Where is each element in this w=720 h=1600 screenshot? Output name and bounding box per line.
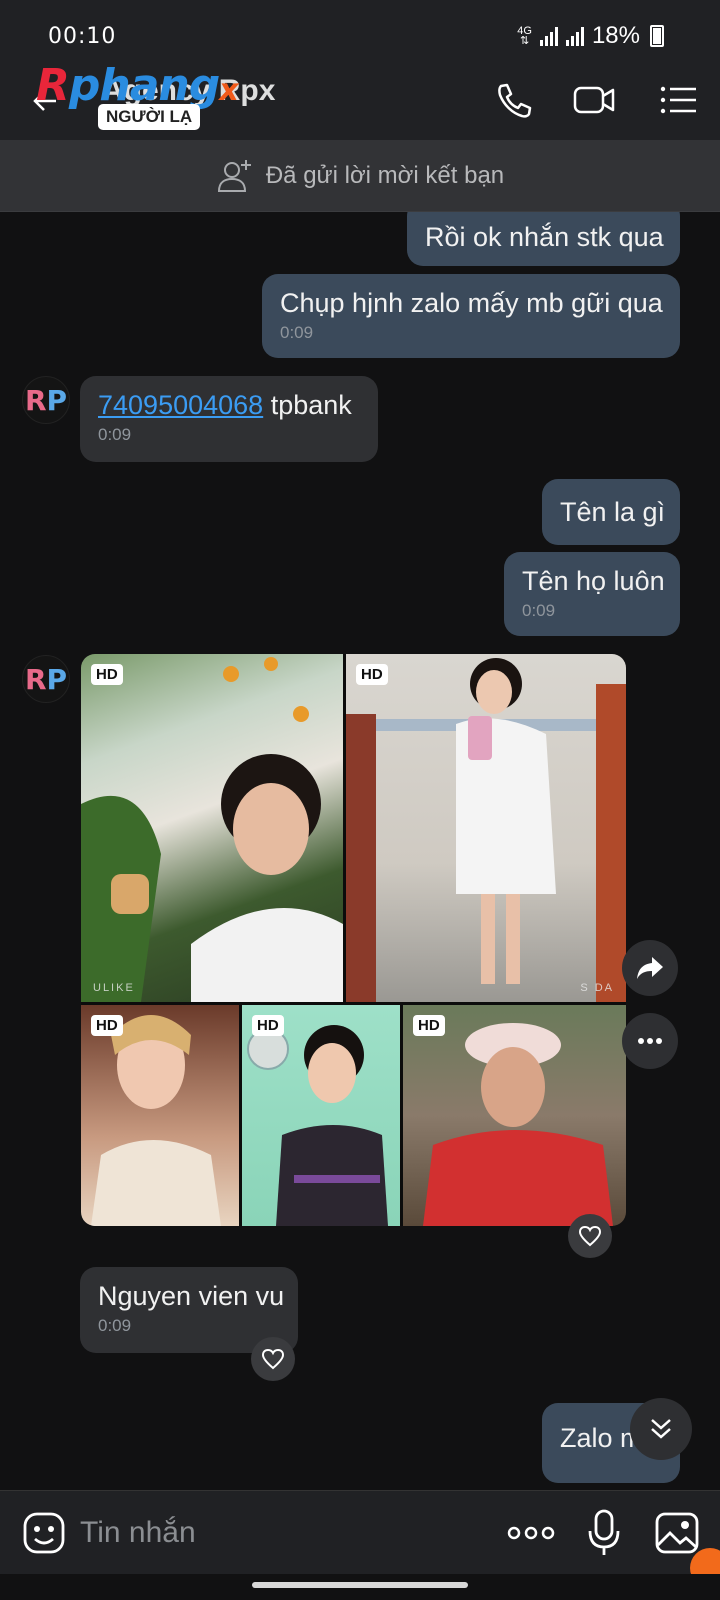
message-bubble-outgoing[interactable]: Tên họ luôn 0:09: [504, 552, 680, 636]
photo-thumbnail[interactable]: HD S DA: [346, 654, 626, 1002]
message-text: 74095004068 tpbank: [98, 376, 360, 422]
hd-badge: HD: [91, 664, 123, 685]
react-heart-button[interactable]: [568, 1214, 612, 1258]
friend-request-bar: Đã gửi lời mời kết bạn: [0, 140, 720, 212]
forward-arrow-icon: [637, 957, 663, 979]
scroll-to-bottom-button[interactable]: [630, 1398, 692, 1460]
hd-badge: HD: [252, 1015, 284, 1036]
react-heart-button[interactable]: [251, 1337, 295, 1381]
gallery-icon[interactable]: [654, 1511, 700, 1555]
message-text: Tên la gì: [560, 497, 666, 527]
photo-image: [346, 658, 626, 1002]
photo-image: [91, 1015, 221, 1226]
message-bubble-outgoing[interactable]: Chụp hjnh zalo mấy mb gữi qua 0:09: [262, 274, 680, 358]
list-menu-icon[interactable]: [656, 80, 700, 120]
double-chevron-down-icon: [651, 1419, 671, 1439]
message-text-tail: tpbank: [263, 390, 352, 420]
photo-image: [81, 657, 343, 1002]
avatar-initial: R: [24, 662, 47, 696]
more-actions-icon[interactable]: [506, 1515, 556, 1551]
contact-avatar[interactable]: RP: [22, 376, 70, 424]
contact-avatar[interactable]: RP: [22, 655, 70, 703]
account-number-link[interactable]: 74095004068: [98, 390, 263, 420]
friend-request-text: Đã gửi lời mời kết bạn: [265, 161, 505, 189]
add-user-icon: [217, 159, 251, 192]
microphone-icon[interactable]: [586, 1509, 622, 1557]
photo-thumbnail[interactable]: HD: [81, 1005, 239, 1226]
hd-badge: HD: [413, 1015, 445, 1036]
message-text: Tên họ luôn: [522, 566, 665, 596]
video-camera-icon[interactable]: [572, 80, 616, 120]
message-text: Rồi ok nhắn stk qua: [425, 222, 664, 252]
message-text: Nguyen vien vu: [98, 1281, 285, 1311]
home-gesture-handle[interactable]: [252, 1582, 468, 1588]
photo-thumbnail[interactable]: HD ULIKE: [81, 654, 343, 1002]
status-time: 00:10: [48, 24, 117, 49]
message-time: 0:09: [98, 1316, 132, 1335]
avatar-initial: P: [46, 383, 68, 417]
message-bubble-outgoing[interactable]: Tên la gì: [542, 479, 680, 545]
chat-header: Agency Rpx Rphangx NGƯỜI LẠ: [0, 60, 720, 140]
forward-button[interactable]: [622, 940, 678, 996]
status-bar: 00:10 4G ⇅ 18%: [0, 0, 720, 60]
message-time: 0:09: [98, 425, 132, 444]
phone-icon[interactable]: [492, 80, 536, 120]
message-time: 0:09: [280, 323, 314, 342]
signal-icon: [539, 26, 558, 46]
chat-area[interactable]: Rồi ok nhắn stk qua Chụp hjnh zalo mấy m…: [0, 212, 720, 1490]
message-input[interactable]: [80, 1507, 480, 1559]
photo-thumbnail[interactable]: HD: [242, 1005, 400, 1226]
photo-thumbnail[interactable]: HD: [403, 1005, 626, 1226]
ellipsis-icon: [638, 1038, 662, 1044]
stranger-badge: NGƯỜI LẠ: [98, 104, 201, 130]
message-text: Chụp hjnh zalo mấy mb gữi qua: [280, 288, 663, 318]
battery-level: 18%: [591, 22, 640, 49]
message-bubble-incoming[interactable]: 74095004068 tpbank 0:09: [80, 376, 378, 462]
avatar-initial: P: [46, 662, 68, 696]
more-options-button[interactable]: [622, 1013, 678, 1069]
signal-icon-2: [565, 26, 584, 46]
heart-icon: [261, 1348, 285, 1370]
hd-badge: HD: [91, 1015, 123, 1036]
heart-icon: [578, 1225, 602, 1247]
status-icons: 4G ⇅ 18%: [517, 22, 664, 50]
message-bubble-outgoing[interactable]: Rồi ok nhắn stk qua: [407, 212, 680, 266]
photo-album[interactable]: HD ULIKE HD S DA HD HD HD: [81, 654, 626, 1226]
sticker-icon[interactable]: [22, 1511, 66, 1555]
photo-image: [423, 1023, 613, 1226]
message-input-bar: [0, 1490, 720, 1574]
network-type-icon: 4G ⇅: [517, 25, 532, 47]
photo-caption: ULIKE: [93, 982, 135, 994]
photo-caption: S DA: [580, 982, 614, 994]
system-navigation-bar: [0, 1574, 720, 1600]
battery-icon: [650, 25, 664, 47]
photo-image: [247, 1025, 388, 1226]
avatar-initial: R: [24, 383, 47, 417]
message-time: 0:09: [522, 601, 556, 620]
hd-badge: HD: [356, 664, 388, 685]
